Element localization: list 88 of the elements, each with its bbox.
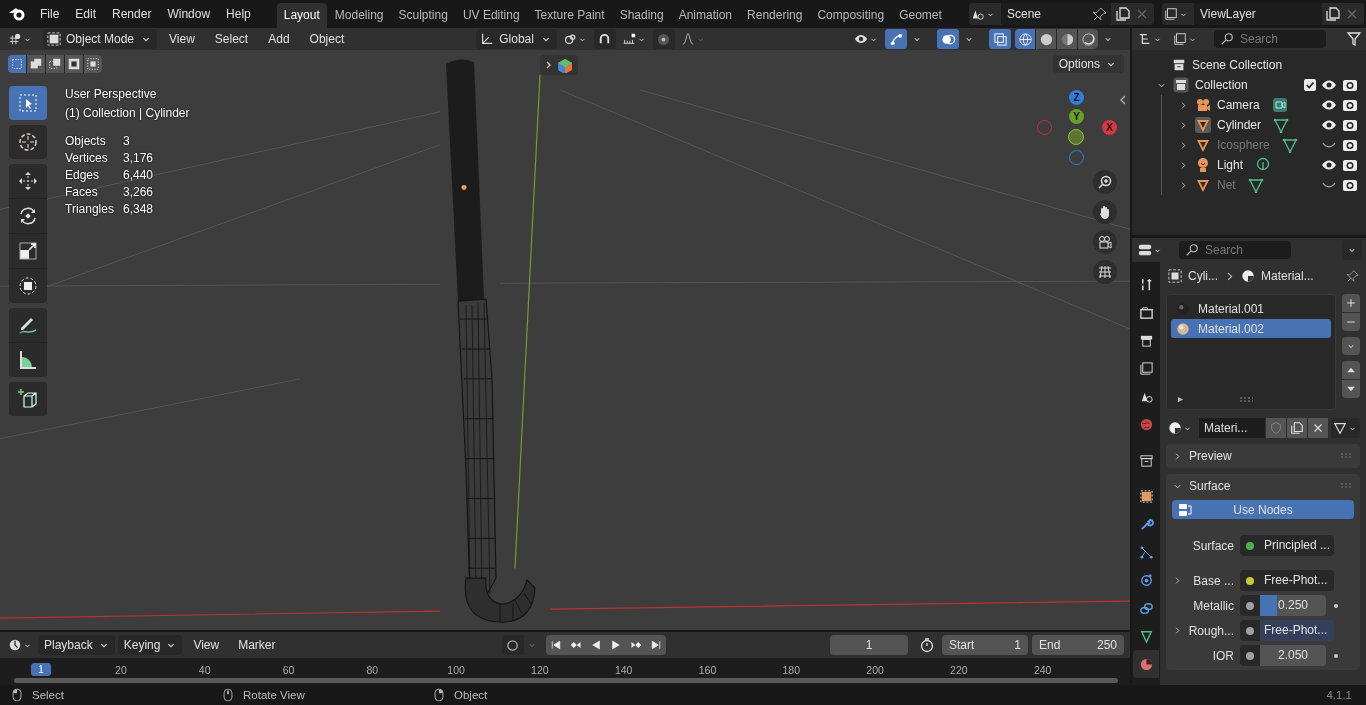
search-field[interactable]: Search	[1179, 241, 1291, 259]
tree-item[interactable]: Light	[1217, 158, 1244, 172]
search-field[interactable]: Search	[1214, 30, 1326, 48]
stat-label: Objects	[65, 134, 107, 149]
frame-number: 60	[281, 664, 296, 676]
menu-item[interactable]: View	[185, 638, 228, 652]
status-hint: Object	[454, 689, 488, 701]
field-label: IOR	[1212, 648, 1234, 663]
frame-number: 20	[114, 664, 128, 676]
frame-number: 100	[446, 664, 466, 676]
options-dropdown[interactable]: Options	[1052, 55, 1124, 73]
workspace-tab[interactable]: Compositing	[810, 3, 892, 28]
frame-number: 140	[613, 664, 634, 676]
frame-number: 200	[865, 664, 885, 676]
tree-item[interactable]: Scene Collection	[1192, 58, 1283, 72]
stat-value: 3	[123, 134, 131, 149]
tree-item[interactable]: Collection	[1195, 78, 1248, 92]
material-name-field[interactable]: Materi...	[1199, 418, 1265, 438]
scene-name-field[interactable]: Scene	[1001, 3, 1111, 25]
timeline-menu-dropdown[interactable]: Keying	[117, 635, 183, 655]
version-label: 4.1.1	[1326, 689, 1352, 701]
field-label: Metallic	[1193, 598, 1234, 613]
panel-title[interactable]: Preview	[1189, 449, 1232, 463]
mode-dropdown[interactable]: Object Mode	[43, 29, 158, 49]
menu-item[interactable]: Marker	[230, 638, 284, 652]
use-nodes-button[interactable]: Use Nodes	[1172, 500, 1354, 519]
end-frame-field[interactable]: End 250	[1032, 635, 1124, 655]
stat-label: Edges	[65, 168, 101, 183]
breadcrumb-item: Material...	[1261, 269, 1314, 283]
number-field[interactable]: 2.050	[1260, 645, 1326, 666]
playhead[interactable]: 1	[31, 663, 51, 676]
menu-item[interactable]: Select	[206, 32, 257, 46]
workspace-tab[interactable]: Sculpting	[391, 3, 455, 28]
stat-value: 6,440	[123, 168, 155, 183]
axis-handle[interactable]: Z	[1069, 90, 1084, 105]
breadcrumb-item: Cyli...	[1188, 269, 1218, 283]
menu-item[interactable]: Help	[218, 7, 259, 21]
material-slot[interactable]: Material.001	[1171, 299, 1331, 318]
stat-value: 3,176	[123, 151, 155, 166]
start-frame-field[interactable]: Start 1	[942, 635, 1028, 655]
field-label: Surface	[1192, 538, 1234, 553]
workspace-tab[interactable]: Shading	[612, 3, 671, 28]
stat-label: Triangles	[65, 202, 115, 217]
menu-item[interactable]: Window	[159, 7, 219, 21]
workspace-tab[interactable]: Modeling	[327, 3, 391, 28]
context-label: (1) Collection | Cylinder	[65, 106, 190, 121]
frame-number: 220	[949, 664, 969, 676]
view-layer-name-field[interactable]: ViewLayer	[1194, 3, 1322, 25]
node-link-field[interactable]: Free-Phot...	[1260, 570, 1334, 591]
material-slot[interactable]: Material.002	[1171, 319, 1331, 338]
frame-number: 180	[781, 664, 802, 676]
status-hint: Rotate View	[243, 689, 305, 701]
stat-value: 3,266	[123, 185, 155, 200]
tree-item[interactable]: Camera	[1217, 98, 1260, 112]
tree-item[interactable]: Cylinder	[1217, 118, 1261, 132]
workspace-tab[interactable]: Rendering	[740, 3, 810, 28]
stat-label: Vertices	[65, 151, 109, 166]
node-link-field[interactable]: Free-Phot...	[1260, 620, 1334, 641]
field-label: Rough...	[1188, 623, 1234, 638]
axis-handle[interactable]: Y	[1069, 109, 1084, 124]
workspace-tab[interactable]: UV Editing	[455, 3, 527, 28]
frame-number: 240	[1032, 664, 1053, 676]
frame-number: 40	[197, 664, 212, 676]
field-label: Base ...	[1193, 573, 1234, 588]
slider-field[interactable]: 0.250	[1260, 595, 1326, 616]
node-link-field[interactable]: Principled ...	[1260, 535, 1334, 556]
stat-label: Faces	[65, 185, 99, 200]
frame-number: 80	[365, 664, 380, 676]
menu-item[interactable]: Add	[260, 32, 298, 46]
menu-item[interactable]: File	[32, 7, 68, 21]
view-name-label: User Perspective	[65, 87, 158, 102]
menu-item[interactable]: View	[161, 32, 203, 46]
menu-item[interactable]: Render	[104, 7, 160, 21]
menu-item[interactable]: Object	[301, 32, 353, 46]
orientation-dropdown[interactable]: Global	[476, 29, 557, 49]
panel-title[interactable]: Surface	[1189, 479, 1231, 493]
axis-handle[interactable]: X	[1102, 120, 1117, 135]
workspace-tab[interactable]: Animation	[671, 3, 740, 28]
workspace-tab[interactable]: Layout	[276, 3, 327, 28]
status-hint: Select	[32, 689, 64, 701]
workspace-tab[interactable]: Geomet	[892, 3, 949, 28]
current-frame-field[interactable]: 1	[830, 635, 908, 655]
frame-number: 160	[697, 664, 718, 676]
frame-number: 120	[530, 664, 550, 676]
timeline-menu-dropdown[interactable]: Playback	[38, 635, 115, 655]
workspace-tab[interactable]: Texture Paint	[527, 3, 612, 28]
stat-value: 6,348	[123, 202, 155, 217]
menu-item[interactable]: Edit	[67, 7, 105, 21]
